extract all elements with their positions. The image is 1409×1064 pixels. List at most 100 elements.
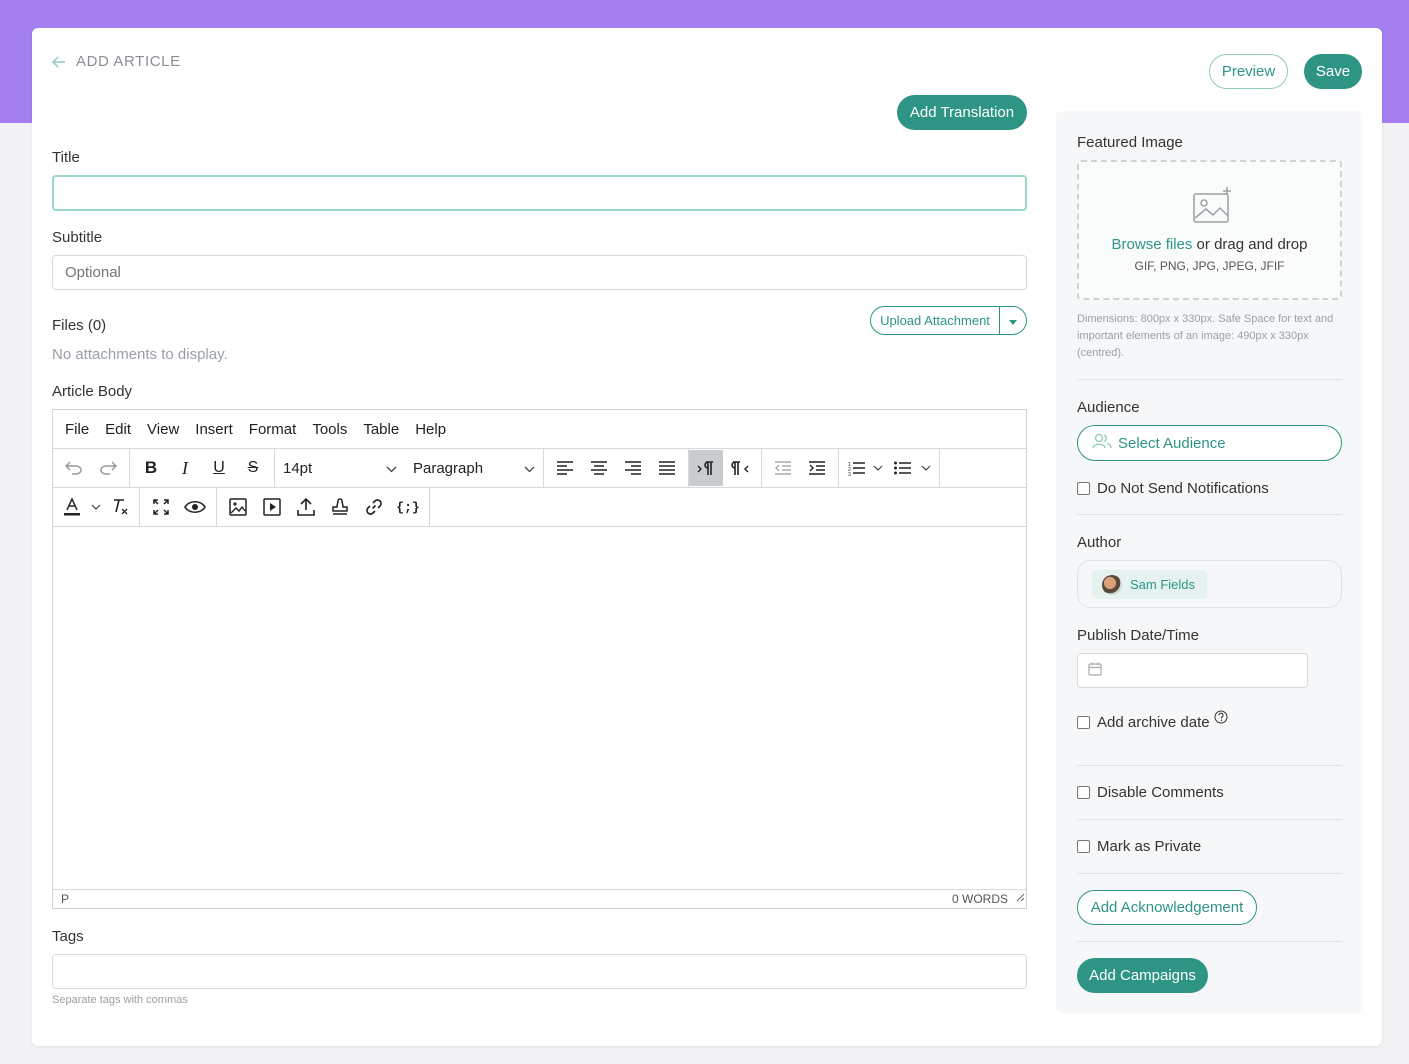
italic-icon[interactable]: I: [168, 449, 202, 487]
menu-help[interactable]: Help: [415, 421, 446, 438]
subtitle-input[interactable]: [52, 255, 1027, 290]
divider: [1077, 873, 1342, 874]
fullscreen-icon[interactable]: [144, 488, 178, 526]
undo-icon[interactable]: [57, 449, 91, 487]
bold-icon[interactable]: B: [134, 449, 168, 487]
tags-input[interactable]: [52, 954, 1027, 989]
view-group: [140, 488, 217, 526]
element-path[interactable]: P: [61, 892, 69, 906]
strikethrough-icon[interactable]: S: [236, 449, 270, 487]
upload-dropdown-toggle[interactable]: [1000, 307, 1026, 334]
calendar-icon: [1088, 662, 1102, 680]
divider: [1077, 819, 1342, 820]
author-chip[interactable]: Sam Fields: [1092, 570, 1208, 599]
accepted-formats: GIF, PNG, JPG, JPEG, JFIF: [1134, 259, 1285, 273]
disable-comments-option[interactable]: Disable Comments: [1077, 784, 1224, 801]
mark-private-label: Mark as Private: [1097, 838, 1202, 855]
bullet-list-icon[interactable]: [887, 449, 917, 487]
caret-down-icon: [1009, 312, 1017, 330]
menu-table[interactable]: Table: [363, 421, 399, 438]
direction-group: [689, 449, 762, 487]
link-icon[interactable]: [357, 488, 391, 526]
help-circle-icon[interactable]: [1214, 710, 1228, 728]
divider: [1077, 765, 1342, 766]
chevron-down-icon: [524, 460, 535, 477]
resize-handle-icon[interactable]: [1016, 889, 1025, 907]
mark-private-option[interactable]: Mark as Private: [1077, 838, 1201, 855]
clear-formatting-icon[interactable]: [105, 488, 135, 526]
tags-label: Tags: [52, 928, 84, 945]
image-icon[interactable]: [221, 488, 255, 526]
editor-statusbar: P 0 WORDS: [53, 889, 1026, 908]
browse-files-link[interactable]: Browse files: [1112, 236, 1193, 253]
audience-label: Audience: [1077, 399, 1140, 416]
publish-date-input[interactable]: [1077, 653, 1308, 688]
menu-tools[interactable]: Tools: [312, 421, 347, 438]
numbered-list-icon[interactable]: 123: [843, 449, 869, 487]
align-right-icon[interactable]: [616, 449, 650, 487]
do-not-notify-label: Do Not Send Notifications: [1097, 480, 1269, 497]
archive-date-option[interactable]: Add archive date: [1077, 710, 1228, 731]
code-braces-icon[interactable]: {;}: [391, 488, 425, 526]
archive-date-label: Add archive date: [1097, 714, 1210, 731]
add-acknowledgement-button[interactable]: Add Acknowledgement: [1077, 890, 1257, 925]
menu-edit[interactable]: Edit: [105, 421, 131, 438]
arrow-left-icon: [52, 55, 66, 68]
preview-eye-icon[interactable]: [178, 488, 212, 526]
chevron-down-icon[interactable]: [87, 488, 105, 526]
menu-view[interactable]: View: [147, 421, 179, 438]
disable-comments-label: Disable Comments: [1097, 784, 1224, 801]
indent-group: [762, 449, 839, 487]
editor-content-area[interactable]: [53, 527, 1026, 890]
indent-icon[interactable]: [800, 449, 834, 487]
editor-menubar: File Edit View Insert Format Tools Table…: [53, 410, 1026, 449]
tags-hint: Separate tags with commas: [52, 994, 188, 1006]
video-icon[interactable]: [255, 488, 289, 526]
dropzone-text: Browse files or drag and drop: [1079, 236, 1340, 253]
back-link[interactable]: ADD ARTICLE: [52, 53, 181, 70]
menu-insert[interactable]: Insert: [195, 421, 233, 438]
align-left-icon[interactable]: [548, 449, 582, 487]
format-select-group: 14pt Paragraph: [275, 449, 544, 487]
archive-date-checkbox[interactable]: [1077, 716, 1090, 729]
editor-toolbar-2: {;}: [53, 488, 1026, 527]
align-justify-icon[interactable]: [650, 449, 684, 487]
disable-comments-checkbox[interactable]: [1077, 786, 1090, 799]
block-format-value: Paragraph: [413, 459, 484, 477]
rtl-direction-icon[interactable]: [723, 449, 757, 487]
list-group: 123: [839, 449, 940, 487]
select-audience-label: Select Audience: [1118, 434, 1226, 452]
text-color-icon[interactable]: [57, 488, 87, 526]
image-dropzone[interactable]: Browse files or drag and drop GIF, PNG, …: [1077, 160, 1342, 300]
redo-icon[interactable]: [91, 449, 125, 487]
mark-private-checkbox[interactable]: [1077, 840, 1090, 853]
menu-format[interactable]: Format: [249, 421, 297, 438]
upload-attachment-button[interactable]: Upload Attachment: [871, 307, 1000, 334]
chevron-down-icon[interactable]: [917, 449, 935, 487]
upload-icon[interactable]: [289, 488, 323, 526]
select-audience-button[interactable]: Select Audience: [1077, 425, 1342, 461]
ltr-direction-icon[interactable]: [689, 450, 723, 486]
chevron-down-icon[interactable]: [869, 449, 887, 487]
color-group: [53, 488, 140, 526]
history-group: [53, 449, 130, 487]
add-translation-button[interactable]: Add Translation: [897, 95, 1027, 130]
block-format-select[interactable]: Paragraph: [405, 460, 543, 477]
stamp-icon[interactable]: [323, 488, 357, 526]
featured-image-label: Featured Image: [1077, 134, 1183, 151]
outdent-icon[interactable]: [766, 449, 800, 487]
avatar: [1102, 574, 1122, 595]
preview-button[interactable]: Preview: [1209, 54, 1288, 89]
align-center-icon[interactable]: [582, 449, 616, 487]
chevron-down-icon: [386, 460, 397, 477]
save-button[interactable]: Save: [1304, 54, 1362, 89]
author-field[interactable]: Sam Fields: [1077, 560, 1342, 608]
do-not-notify-option[interactable]: Do Not Send Notifications: [1077, 480, 1269, 497]
underline-icon[interactable]: U: [202, 449, 236, 487]
word-count[interactable]: 0 WORDS: [952, 892, 1008, 906]
add-campaigns-button[interactable]: Add Campaigns: [1077, 958, 1208, 993]
menu-file[interactable]: File: [65, 421, 89, 438]
title-input[interactable]: [52, 175, 1027, 211]
font-size-select[interactable]: 14pt: [275, 460, 405, 477]
do-not-notify-checkbox[interactable]: [1077, 482, 1090, 495]
